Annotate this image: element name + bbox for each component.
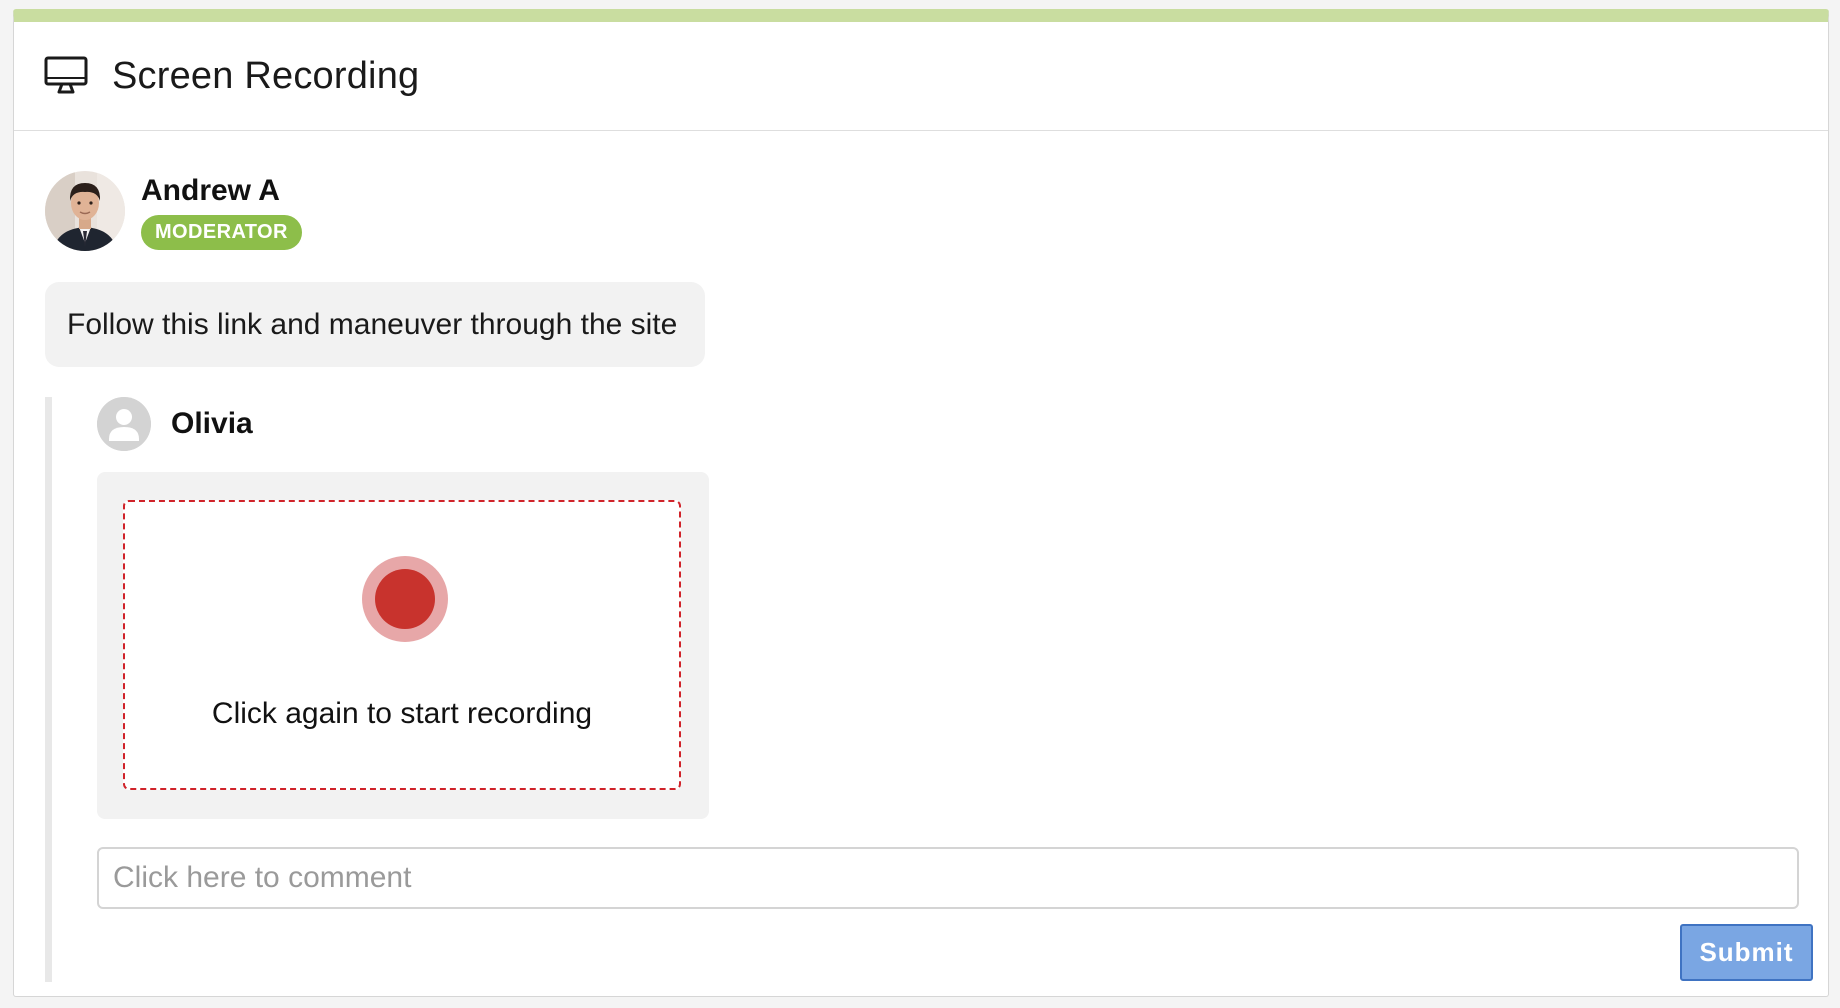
screen-recording-panel: Screen Recording Andrew A MODERATOR Foll… bbox=[13, 9, 1829, 997]
author-name: Andrew A bbox=[141, 174, 280, 207]
post-author: Andrew A MODERATOR bbox=[45, 171, 302, 251]
moderator-post: Andrew A MODERATOR bbox=[45, 171, 302, 251]
author-info: Andrew A MODERATOR bbox=[141, 175, 302, 250]
monitor-icon bbox=[44, 56, 88, 96]
panel-header: Screen Recording bbox=[14, 22, 1828, 131]
message-bubble: Follow this link and maneuver through th… bbox=[45, 282, 706, 367]
record-icon bbox=[375, 569, 435, 629]
comment-input[interactable] bbox=[97, 847, 1799, 909]
reply-thread: Olivia Click again to start recording Su… bbox=[45, 397, 1813, 982]
reply-author-name: Olivia bbox=[171, 407, 253, 440]
reply-author: Olivia bbox=[97, 397, 253, 451]
recording-dropzone[interactable]: Click again to start recording bbox=[123, 500, 681, 790]
user-placeholder-icon[interactable] bbox=[97, 397, 151, 451]
avatar[interactable] bbox=[45, 171, 125, 251]
record-button[interactable] bbox=[362, 556, 448, 642]
page-title: Screen Recording bbox=[112, 54, 420, 97]
submit-button[interactable]: Submit bbox=[1680, 924, 1813, 981]
record-caption: Click again to start recording bbox=[211, 697, 593, 730]
recorder-card: Click again to start recording bbox=[97, 472, 709, 819]
moderator-badge: MODERATOR bbox=[141, 215, 302, 250]
